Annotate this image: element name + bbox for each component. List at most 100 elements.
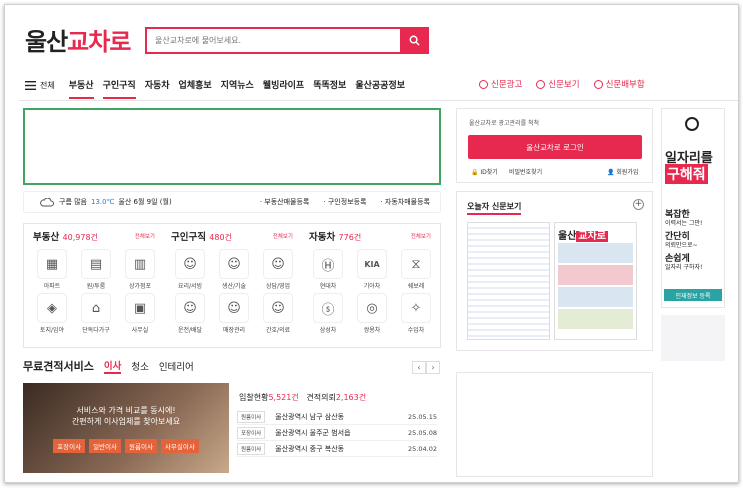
category-item[interactable]: ☺ 간호/의료 — [259, 293, 297, 334]
category-item[interactable]: ▥ 상가점포 — [121, 249, 159, 290]
weather-temp: 13.0℃ — [91, 198, 115, 206]
item-label: 아파트 — [43, 283, 61, 290]
category-item[interactable]: Ⓗ 현대차 — [309, 249, 347, 290]
register-job-link[interactable]: · 구인정보등록 — [323, 197, 366, 207]
tag-office-moving[interactable]: 사무실이사 — [160, 439, 199, 453]
item-label: 상담/영업 — [265, 283, 291, 290]
tab-moving[interactable]: 이사 — [103, 358, 122, 374]
tab-cleaning[interactable]: 청소 — [131, 359, 148, 373]
category-item[interactable]: KIA 기아차 — [353, 249, 391, 290]
free-estimate-title: 무료견적서비스 — [23, 360, 94, 373]
list-item[interactable]: 원룸이사 울산광역시 남구 삼산동 25.05.15 — [237, 409, 437, 425]
estimate-list: 원룸이사 울산광역시 남구 삼산동 25.05.15 포장이사 울산광역시 울주군 범… — [237, 409, 437, 457]
newspaper-icon — [536, 79, 546, 89]
view-all-link[interactable]: 전체보기 — [411, 232, 431, 240]
nav-item-jobs[interactable]: 구인구직 — [102, 78, 136, 99]
plus-icon[interactable]: + — [633, 199, 644, 210]
category-item[interactable]: ☺ 매장관리 — [215, 293, 253, 334]
all-menu-button[interactable]: 전체 — [25, 80, 55, 91]
next-button[interactable]: › — [426, 361, 440, 374]
top-links: 신문광고 신문보기 신문배부함 — [479, 78, 645, 90]
site-logo[interactable]: 울산교차로 — [25, 22, 131, 57]
newspaper-box-label: 신문배부함 — [605, 80, 645, 90]
moving-promo-banner[interactable]: 서비스와 가격 비교를 동시에! 간편하게 이사업체를 찾아보세요 포장이사 일… — [23, 383, 229, 473]
newspaper-box-link[interactable]: 신문배부함 — [593, 78, 645, 90]
register-realestate-link[interactable]: · 부동산매물등록 — [260, 197, 310, 207]
tag-oneroom-moving[interactable]: 원룸이사 — [125, 439, 157, 453]
tag-general-moving[interactable]: 일반이사 — [89, 439, 121, 453]
nav-item-smartinfo[interactable]: 똑똑정보 — [313, 78, 346, 93]
ad-line2: 구해줘 — [665, 164, 708, 184]
category-count: 776건 — [338, 233, 362, 242]
category-item[interactable]: ☺ 생산/기술 — [215, 249, 253, 290]
item-label: 원/투룸 — [86, 283, 106, 290]
clerk-icon: ☺ — [219, 293, 249, 323]
weather-bar: 구름 많음 13.0℃ 울산 6월 9일 (월) · 부동산매물등록 · 구인정… — [23, 191, 441, 213]
import-car-icon: ✧ — [401, 293, 431, 323]
item-label: 기아차 — [363, 283, 381, 290]
tag-packing-moving[interactable]: 포장이사 — [53, 439, 86, 453]
clock-icon — [685, 117, 699, 131]
date: 25.04.02 — [408, 444, 437, 453]
talent-register-button[interactable]: 인재정보 등록 — [664, 289, 722, 301]
signup-link[interactable]: 👤 회원가입 — [607, 167, 638, 176]
category-item[interactable]: ◈ 토지/임야 — [33, 293, 71, 334]
nav-item-public[interactable]: 울산공공정보 — [355, 78, 405, 93]
location-pin-icon — [593, 79, 603, 89]
item-label: 쉐보레 — [407, 283, 425, 290]
category-item[interactable]: ▣ 사무실 — [121, 293, 159, 334]
category-item[interactable]: ⌂ 단독다가구 — [77, 293, 115, 334]
newspaper-cover-thumbnail[interactable]: 울산 교차로 — [554, 222, 637, 340]
category-item[interactable]: ☺ 운전/배달 — [171, 293, 209, 334]
newspaper-view-link[interactable]: 신문보기 — [536, 78, 580, 90]
nav-item-wellbeing[interactable]: 웰빙라이프 — [263, 78, 304, 93]
category-item[interactable]: ☺ 요리/서빙 — [171, 249, 209, 290]
item-label: 토지/임야 — [39, 327, 65, 334]
item-label: 단독다가구 — [82, 327, 110, 334]
house-icon: ⌂ — [81, 293, 111, 323]
search-input[interactable] — [147, 29, 403, 52]
bid-stats: 입찰현황5,521건 견적의뢰2,163건 — [239, 392, 366, 403]
category-name: 부동산 — [33, 232, 60, 243]
main-banner[interactable] — [23, 108, 441, 185]
newspaper-page-thumbnail[interactable] — [467, 222, 550, 340]
headset-icon: ☺ — [263, 249, 293, 279]
item-label: 상가점포 — [128, 283, 152, 290]
category-item[interactable]: ☺ 상담/영업 — [259, 249, 297, 290]
request-label: 견적의뢰 — [306, 393, 336, 402]
side-ad-banner[interactable]: 일자리를 구해줘 복잡한 이력서는 그만! 간단히 의뢰만으로~ 손쉽게 일자리… — [661, 108, 725, 308]
register-car-link[interactable]: · 자동차매물등록 — [380, 197, 430, 207]
category-item[interactable]: ⧖ 쉐보레 — [397, 249, 435, 290]
search-button[interactable] — [400, 27, 428, 54]
type-badge: 원룸이사 — [237, 442, 266, 455]
nav-item-news[interactable]: 지역뉴스 — [221, 78, 254, 93]
item-label: 삼성차 — [319, 327, 337, 334]
category-item[interactable]: ✧ 수입차 — [397, 293, 435, 334]
register-car-label: 자동차매물등록 — [384, 198, 430, 206]
ad-line6: 의뢰만으로~ — [665, 242, 698, 249]
find-password-link[interactable]: 비밀번호찾기 — [509, 167, 542, 176]
view-all-link[interactable]: 전체보기 — [135, 232, 155, 240]
category-item[interactable]: ▦ 아파트 — [33, 249, 71, 290]
list-item[interactable]: 포장이사 울산광역시 울주군 범서읍 25.05.08 — [237, 425, 437, 441]
newspaper-ad-link[interactable]: 신문광고 — [479, 78, 522, 90]
nav-item-cars[interactable]: 자동차 — [145, 78, 170, 93]
ad-line8: 일자리 구하자! — [665, 264, 703, 271]
nav-item-business[interactable]: 업체홍보 — [179, 78, 212, 93]
nav-item-realestate[interactable]: 부동산 — [68, 78, 94, 99]
prev-button[interactable]: ‹ — [412, 361, 426, 374]
category-item[interactable]: ⓢ 삼성차 — [309, 293, 347, 334]
bid-label: 입찰현황 — [239, 393, 269, 402]
view-all-link[interactable]: 전체보기 — [273, 232, 293, 240]
list-item[interactable]: 원룸이사 울산광역시 중구 복산동 25.04.02 — [237, 441, 437, 457]
chevrolet-logo-icon: ⧖ — [401, 249, 431, 279]
search-bar — [145, 27, 429, 54]
category-item[interactable]: ▤ 원/투룸 — [77, 249, 115, 290]
address: 울산광역시 울주군 범서읍 — [275, 428, 351, 437]
main-nav: 전체 부동산 구인구직 자동차 업체홍보 지역뉴스 웰빙라이프 똑똑정보 울산공… — [25, 77, 414, 99]
tab-interior[interactable]: 인테리어 — [159, 359, 194, 373]
samsung-logo-icon: ⓢ — [313, 293, 343, 323]
find-id-link[interactable]: 🔒 ID찾기 — [471, 167, 498, 176]
category-item[interactable]: ◎ 쌍용차 — [353, 293, 391, 334]
login-button[interactable]: 울산교차로 로그인 — [468, 135, 642, 159]
